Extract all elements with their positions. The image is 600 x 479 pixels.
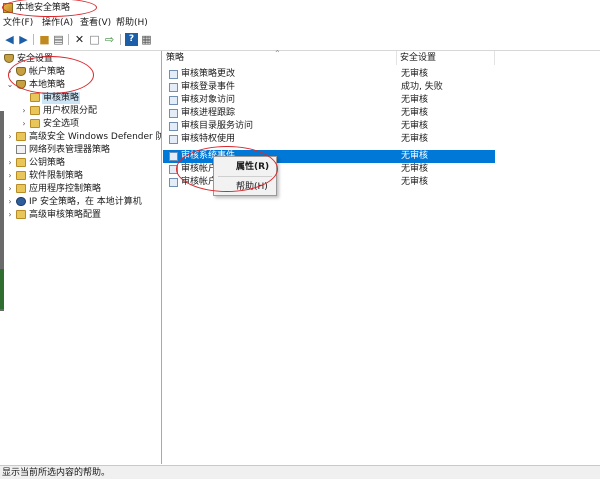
folder-icon bbox=[30, 106, 40, 115]
menu-bar: 文件(F) 操作(A) 查看(V) 帮助(H) bbox=[0, 16, 600, 30]
folder-icon bbox=[30, 93, 40, 102]
chevron-right-icon[interactable]: › bbox=[6, 131, 14, 143]
chevron-down-icon[interactable]: ⌄ bbox=[6, 79, 14, 91]
table-row[interactable]: 审核特权使用 无审核 bbox=[163, 133, 495, 146]
policy-icon bbox=[169, 96, 178, 105]
menu-action[interactable]: 操作(A) bbox=[42, 17, 73, 29]
policy-icon bbox=[169, 70, 178, 79]
chevron-right-icon[interactable]: › bbox=[6, 170, 14, 182]
context-menu-properties[interactable]: 属性(R) bbox=[236, 161, 269, 173]
policy-icon bbox=[169, 122, 178, 131]
policy-icon bbox=[169, 135, 178, 144]
title-bar: 本地安全策略 bbox=[0, 0, 600, 16]
chevron-right-icon[interactable]: › bbox=[6, 196, 14, 208]
policy-icon bbox=[169, 178, 178, 187]
menu-file[interactable]: 文件(F) bbox=[3, 17, 33, 29]
toolbar: ◀ ▶ ■ ▤ ✕ □ ⇨ ? ▦ bbox=[0, 31, 600, 48]
shield-folder-icon bbox=[16, 67, 26, 76]
chevron-right-icon[interactable]: › bbox=[20, 118, 28, 130]
chevron-right-icon[interactable]: › bbox=[6, 209, 14, 221]
delete-x-icon[interactable]: ✕ bbox=[73, 33, 86, 46]
context-menu-help[interactable]: 帮助(H) bbox=[236, 181, 268, 193]
ip-security-icon bbox=[16, 197, 26, 206]
folder-icon bbox=[16, 184, 26, 193]
firewall-folder-icon bbox=[16, 132, 26, 141]
folder-icon bbox=[16, 171, 26, 180]
policy-icon bbox=[169, 83, 178, 92]
action-pane-icon[interactable]: ▦ bbox=[140, 33, 153, 46]
export-list-icon[interactable]: ⇨ bbox=[103, 33, 116, 46]
network-list-icon bbox=[16, 145, 26, 154]
console-tree-icon[interactable]: ▤ bbox=[52, 33, 65, 46]
policy-icon bbox=[169, 109, 178, 118]
table-row[interactable]: 审核目录服务访问 无审核 bbox=[163, 120, 495, 133]
folder-icon bbox=[16, 158, 26, 167]
chevron-right-icon[interactable]: › bbox=[6, 183, 14, 195]
help-icon[interactable]: ? bbox=[125, 33, 138, 46]
toolbar-separator bbox=[68, 34, 69, 45]
menu-view[interactable]: 查看(V) bbox=[80, 17, 111, 29]
context-menu-separator bbox=[218, 176, 272, 177]
left-scrollbar-thumb[interactable] bbox=[0, 269, 4, 309]
up-folder-icon[interactable]: ■ bbox=[38, 33, 51, 46]
status-bar: 显示当前所选内容的帮助。 bbox=[0, 465, 600, 479]
folder-icon bbox=[16, 210, 26, 219]
menu-help[interactable]: 帮助(H) bbox=[116, 17, 148, 29]
back-arrow-icon[interactable]: ◀ bbox=[3, 33, 16, 46]
toolbar-separator bbox=[120, 34, 121, 45]
table-row[interactable]: 审核进程跟踪 无审核 bbox=[163, 107, 495, 120]
table-row[interactable]: 审核策略更改 无审核 bbox=[163, 68, 495, 81]
console-tree: 安全设置 › 帐户策略 ⌄ 本地策略 审核策略 › 用户权限分配 › 安全选项 … bbox=[0, 51, 162, 464]
table-row[interactable]: 审核对象访问 无审核 bbox=[163, 94, 495, 107]
sort-up-icon: ⌃ bbox=[274, 49, 281, 58]
policy-list: 策略 ⌃ 安全设置 审核策略更改 无审核 审核登录事件 成功, 失败 审核对象访… bbox=[163, 49, 600, 464]
chevron-right-icon[interactable]: › bbox=[6, 66, 14, 78]
context-menu: 属性(R) 帮助(H) bbox=[213, 156, 277, 196]
security-settings-icon bbox=[4, 54, 14, 63]
toolbar-separator bbox=[33, 34, 34, 45]
policy-icon bbox=[169, 152, 178, 161]
chevron-right-icon[interactable]: › bbox=[20, 105, 28, 117]
chevron-right-icon[interactable]: › bbox=[6, 157, 14, 169]
forward-arrow-icon[interactable]: ▶ bbox=[17, 33, 30, 46]
policy-icon bbox=[169, 165, 178, 174]
column-header-setting[interactable]: 安全设置 bbox=[397, 51, 495, 65]
local-security-policy-icon bbox=[3, 3, 13, 13]
folder-icon bbox=[30, 119, 40, 128]
properties-icon[interactable]: □ bbox=[88, 33, 101, 46]
status-text: 显示当前所选内容的帮助。 bbox=[2, 468, 111, 478]
shield-folder-icon bbox=[16, 80, 26, 89]
column-header-policy[interactable]: 策略 ⌃ bbox=[163, 49, 397, 65]
window-title: 本地安全策略 bbox=[16, 3, 71, 13]
table-row[interactable]: 审核登录事件 成功, 失败 bbox=[163, 81, 495, 94]
